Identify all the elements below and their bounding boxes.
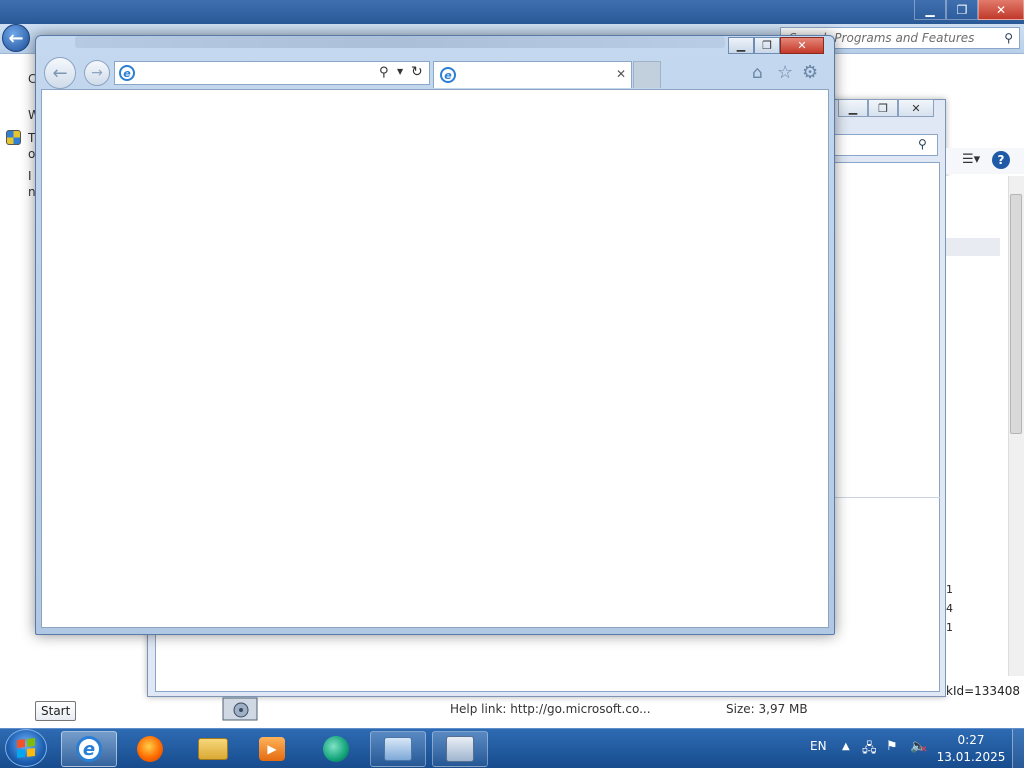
ie-logo-icon: e [119, 65, 135, 81]
forward-button[interactable]: → [84, 60, 110, 86]
divider [830, 497, 940, 498]
list-cell: 1 [946, 621, 953, 634]
installer-caption-buttons: ▁ ❐ ✕ [838, 99, 934, 117]
clock-time[interactable]: 0:27 [936, 733, 1006, 747]
search-icon[interactable]: ⚲ [379, 65, 389, 80]
close-button[interactable]: ✕ [978, 0, 1024, 20]
address-input[interactable] [141, 64, 371, 82]
browser-tab[interactable]: e ✕ [433, 61, 632, 88]
close-button[interactable]: ✕ [780, 37, 824, 54]
control-panel-icon [384, 737, 412, 761]
maximize-button[interactable]: ❐ [754, 37, 780, 54]
control-panel-caption-buttons: ▁ ❐ ✕ [914, 0, 1024, 20]
help-link-row: Help link: http://go.microsoft.co... [450, 702, 651, 716]
taskbar-control-panel[interactable] [370, 731, 426, 767]
taskbar-setup[interactable] [432, 731, 488, 767]
windows-logo-icon [17, 738, 35, 758]
folder-icon [198, 738, 228, 760]
show-hidden-icons[interactable]: ▲ [842, 741, 850, 752]
app-icon [323, 736, 349, 762]
action-center-flag-icon[interactable]: ⚑ [886, 739, 898, 754]
setup-icon [446, 736, 474, 762]
list-cell: 4 [946, 602, 953, 615]
show-desktop-button[interactable] [1012, 729, 1024, 768]
ie-logo-icon: e [440, 67, 456, 83]
internet-explorer-icon: e [76, 736, 102, 762]
home-icon[interactable]: ⌂ [752, 63, 763, 83]
chevron-down-icon[interactable]: ▼ [397, 67, 403, 76]
help-link-label: Help link: [450, 702, 507, 716]
view-options-icon[interactable]: ☰▾ [962, 152, 980, 167]
list-cell: 1 [946, 583, 953, 596]
close-button[interactable]: ✕ [898, 99, 934, 117]
size-label: Size: [726, 702, 755, 716]
minimize-button[interactable]: ▁ [914, 0, 946, 20]
new-tab-button[interactable] [633, 61, 661, 88]
help-icon[interactable]: ? [992, 151, 1010, 169]
favorites-star-icon[interactable]: ☆ [777, 62, 793, 83]
ie-title-ghost [75, 36, 725, 48]
start-tooltip: Start [35, 701, 77, 721]
support-link-text: kId=133408 [946, 684, 1020, 698]
ie-page-content[interactable] [41, 89, 829, 628]
address-bar[interactable]: e ⚲ ▼ ↻ [114, 61, 430, 85]
refresh-icon[interactable]: ↻ [411, 64, 423, 80]
setup-program-icon [221, 694, 261, 724]
minimize-button[interactable]: ▁ [728, 37, 754, 54]
help-link[interactable]: http://go.microsoft.co... [510, 702, 650, 716]
gear-icon[interactable]: ⚙ [802, 62, 818, 83]
programs-toolbar [946, 148, 1024, 174]
taskbar-internet-explorer[interactable]: e [61, 731, 117, 767]
taskbar-windows-explorer[interactable] [185, 731, 241, 767]
search-icon[interactable]: ⚲ [918, 137, 927, 151]
start-button[interactable] [5, 729, 47, 767]
close-icon[interactable]: ✕ [616, 67, 626, 81]
uac-shield-icon [6, 130, 21, 145]
list-item[interactable] [946, 238, 1000, 256]
search-icon[interactable]: ⚲ [1004, 31, 1013, 45]
taskbar-media-player[interactable]: ▶ [244, 731, 300, 767]
maximize-button[interactable]: ❐ [868, 99, 898, 117]
taskbar-firefox[interactable] [122, 731, 178, 767]
size-row: Size: 3,97 MB [726, 702, 808, 716]
language-indicator[interactable]: EN [810, 739, 827, 753]
network-icon[interactable]: 🖧 [862, 739, 877, 761]
firefox-icon [137, 736, 163, 762]
back-button[interactable]: ← [44, 57, 76, 89]
ie-caption-buttons: ▁ ❐ ✕ [728, 37, 824, 54]
media-player-icon: ▶ [259, 737, 285, 761]
maximize-button[interactable]: ❐ [946, 0, 978, 20]
minimize-button[interactable]: ▁ [838, 99, 868, 117]
size-value: 3,97 MB [758, 702, 808, 716]
muted-x-icon: ✕ [920, 745, 928, 755]
clock-date[interactable]: 13.01.2025 [936, 750, 1006, 764]
back-button[interactable]: ← [2, 24, 30, 52]
scrollbar-thumb[interactable] [1010, 194, 1022, 434]
control-panel-titlebar [0, 0, 1024, 24]
taskbar-app[interactable] [308, 731, 364, 767]
